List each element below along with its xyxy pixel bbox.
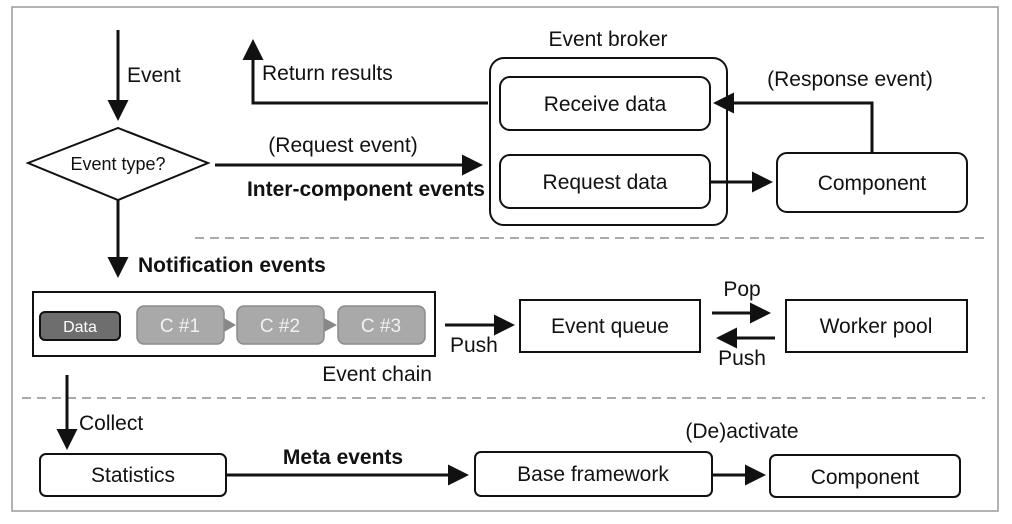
request-data-label: Request data [543,171,668,194]
push-back-label: Push [718,347,766,370]
component-block-3-label: C #3 [361,316,401,337]
component-block-1-label: C #1 [160,316,200,337]
pop-label: Pop [723,278,760,301]
event-queue-label: Event queue [551,315,669,338]
worker-pool-label: Worker pool [820,315,933,338]
event-chain-label: Event chain [322,363,432,386]
event-broker-title: Event broker [548,28,667,51]
event-architecture-diagram: Event Event type? Return results (Reques… [11,6,999,512]
statistics-label: Statistics [91,464,175,487]
response-event-arrow [713,92,874,153]
receive-data-label: Receive data [544,93,667,116]
component-label: Component [818,172,927,195]
base-framework-label: Base framework [517,463,669,486]
collect-label: Collect [79,412,143,435]
response-event-label: (Response event) [767,68,933,91]
data-block-label: Data [63,319,97,336]
meta-events-label: Meta events [283,446,403,469]
push-label: Push [450,334,498,357]
return-results-label: Return results [262,62,393,85]
inter-component-events-label: Inter-component events [247,178,485,201]
event-label: Event [127,64,181,87]
component-block-2-label: C #2 [260,316,300,337]
bottom-component-label: Component [811,466,920,489]
notification-events-label: Notification events [138,254,326,277]
decision-label: Event type? [70,154,165,174]
deactivate-label: (De)activate [685,420,798,443]
request-event-label: (Request event) [268,134,417,157]
